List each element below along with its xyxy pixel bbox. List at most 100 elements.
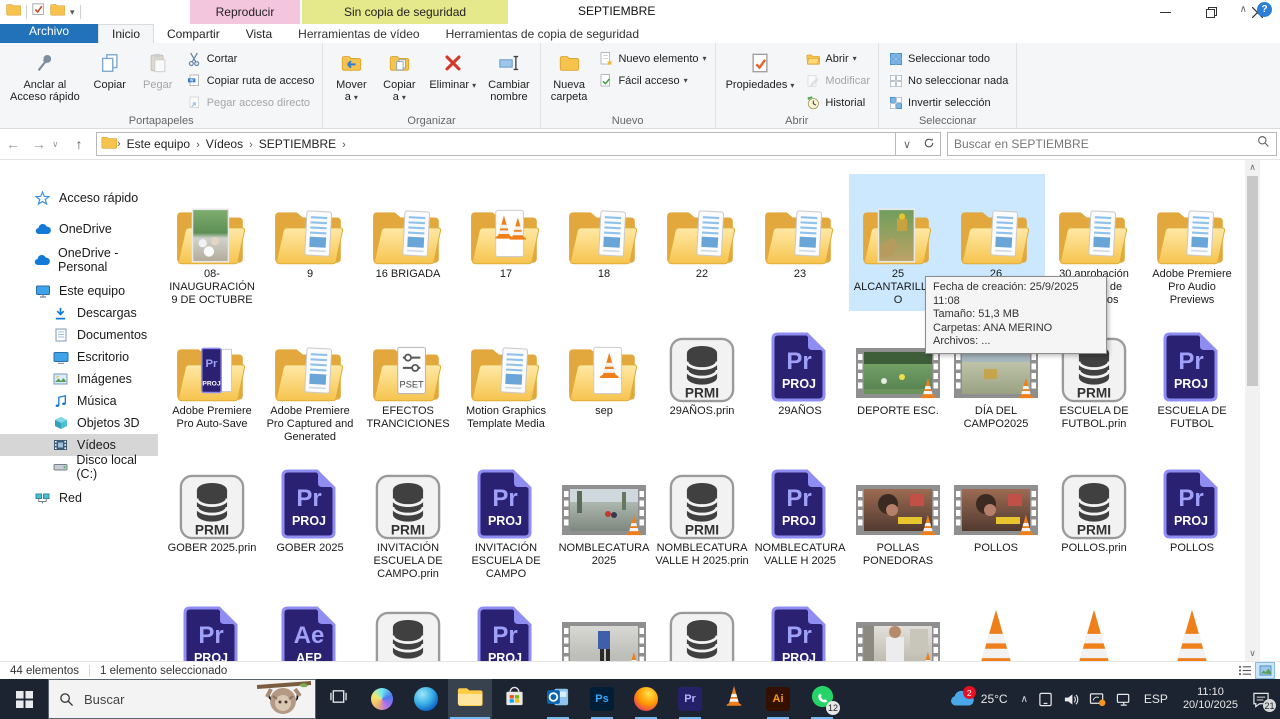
sidebar-item-red[interactable]: Red [0, 487, 158, 509]
breadcrumb-este-equipo[interactable]: Este equipo [121, 137, 196, 151]
collapse-ribbon-icon[interactable]: ∧ [1240, 4, 1247, 15]
taskbar-app-vlc[interactable] [712, 679, 756, 719]
recent-locations-icon[interactable]: ∨ [52, 139, 66, 150]
sidebar-item-acceso-rápido[interactable]: Acceso rápido [0, 187, 158, 209]
weather-widget[interactable]: 2 25°C [941, 679, 1016, 719]
tab-herramientas-de-vídeo[interactable]: Herramientas de vídeo [285, 24, 432, 43]
breadcrumb-vídeos[interactable]: Vídeos [200, 137, 249, 151]
sidebar-item-onedrive-personal[interactable]: OneDrive - Personal [0, 249, 158, 271]
ribbon-button-no-seleccionar-nada[interactable]: No seleccionar nada [883, 70, 1012, 91]
ribbon-button-copiar-ruta-de-acceso[interactable]: W Copiar ruta de acceso [182, 70, 319, 91]
file-item[interactable]: Pr PROJ [751, 585, 849, 661]
file-item[interactable] [1045, 585, 1143, 661]
file-item[interactable]: Pr PROJ NOMBLECATURA VALLE H 2025 [751, 448, 849, 585]
file-item[interactable] [947, 585, 1045, 661]
taskbar-app-premiere[interactable]: Pr [668, 679, 712, 719]
ribbon-button-nuevo-elemento[interactable]: Nuevo elemento▾ [593, 48, 710, 69]
file-item[interactable]: 17 [457, 174, 555, 311]
scrollbar-thumb[interactable] [1247, 176, 1258, 386]
sync-status-icon[interactable] [1084, 679, 1111, 719]
sidebar-item-objetos-3d[interactable]: Objetos 3D [0, 412, 158, 434]
file-item[interactable]: PRMI INVITACIÓN ESCUELA DE CAMPO.prin [359, 448, 457, 585]
video-tools-band[interactable]: Reproducir [190, 0, 300, 24]
file-item[interactable] [1143, 585, 1241, 661]
language-indicator[interactable]: ESP [1137, 679, 1175, 719]
ribbon-button-invertir-selección[interactable]: Invertir selección [883, 92, 1012, 113]
file-item[interactable]: PRMI POLLOS.prin [1045, 448, 1143, 585]
tab-herramientas-de-copia-de-seguridad[interactable]: Herramientas de copia de seguridad [433, 24, 652, 43]
ribbon-button-fácil-acceso[interactable]: Fácil acceso▾ [593, 70, 710, 91]
address-bar[interactable]: › Este equipo›Vídeos›SEPTIEMBRE› [96, 132, 896, 156]
backup-tools-band[interactable]: Sin copia de seguridad [302, 0, 508, 24]
ribbon-button-historial[interactable]: Historial [800, 92, 874, 113]
sidebar-item-imágenes[interactable]: Imágenes [0, 368, 158, 390]
forward-icon[interactable]: → [26, 136, 52, 152]
ribbon-button-cambiar-nombre[interactable]: Cambiarnombre [483, 46, 535, 106]
details-view-icon[interactable] [1236, 663, 1254, 678]
ribbon-button-modificar[interactable]: Modificar [800, 70, 874, 91]
tray-chevron-icon[interactable]: ∧ [1016, 679, 1033, 719]
file-item[interactable]: 22 [653, 174, 751, 311]
search-icon[interactable] [1257, 135, 1270, 153]
help-icon[interactable]: ? [1257, 2, 1272, 17]
taskbar-app-edge[interactable] [404, 679, 448, 719]
file-item[interactable]: POLLAS PONEDORAS [849, 448, 947, 585]
taskbar-app-outlook[interactable] [536, 679, 580, 719]
file-item[interactable]: Adobe Premiere Pro Captured and Generate… [261, 311, 359, 448]
volume-icon[interactable] [1058, 679, 1084, 719]
back-icon[interactable]: ← [0, 136, 26, 152]
file-item[interactable]: Pr PROJ INVITACIÓN ESCUELA DE CAMPO [457, 448, 555, 585]
restore-button[interactable] [1188, 0, 1234, 24]
file-item[interactable]: PRMI GOBER 2025.prin [163, 448, 261, 585]
search-highlight-sloth-image[interactable] [255, 681, 313, 719]
taskbar-app-whatsapp[interactable]: 12 [800, 679, 844, 719]
ribbon-button-anclar-al-acceso-rápido[interactable]: Anclar alAcceso rápido [5, 46, 85, 106]
ribbon-button-abrir[interactable]: Abrir▾ [800, 48, 874, 69]
file-item[interactable]: Pr PROJ [163, 585, 261, 661]
search-input[interactable] [954, 137, 1257, 151]
qat-customize-caret[interactable]: ▾ [70, 7, 75, 18]
ribbon-button-nueva-carpeta[interactable]: Nuevacarpeta [546, 46, 593, 106]
network-icon[interactable] [1111, 679, 1137, 719]
scroll-down-icon[interactable]: ∨ [1245, 648, 1260, 659]
clock[interactable]: 11:1020/10/2025 [1175, 679, 1246, 719]
taskbar-app-file-explorer[interactable] [448, 679, 492, 719]
tab-inicio[interactable]: Inicio [98, 24, 154, 43]
file-item[interactable]: POLLOS [947, 448, 1045, 585]
sidebar-item-escritorio[interactable]: Escritorio [0, 346, 158, 368]
ribbon-button-pegar[interactable]: Pegar [135, 46, 181, 94]
tab-archivo[interactable]: Archivo [0, 24, 98, 43]
sidebar-item-disco-local-c[interactable]: Disco local (C:) [0, 456, 158, 478]
file-item[interactable]: Pr PROJ GOBER 2025 [261, 448, 359, 585]
taskbar-app-illustrator[interactable]: Ai [756, 679, 800, 719]
ribbon-button-copiar[interactable]: Copiar [87, 46, 133, 94]
sidebar-item-música[interactable]: Música [0, 390, 158, 412]
file-item[interactable]: 08-INAUGURACIÓN 9 DE OCTUBRE [163, 174, 261, 311]
taskbar-app-store[interactable] [492, 679, 536, 719]
taskbar-app-firefox[interactable] [624, 679, 668, 719]
file-item[interactable]: Adobe Premiere Pro Audio Previews [1143, 174, 1241, 311]
ribbon-button-pegar-acceso-directo[interactable]: Pegar acceso directo [182, 92, 319, 113]
sidebar-item-descargas[interactable]: Descargas [0, 302, 158, 324]
file-item[interactable]: PRMI 29AÑOS.prin [653, 311, 751, 448]
file-item[interactable] [555, 585, 653, 661]
file-item[interactable]: 16 BRIGADA [359, 174, 457, 311]
start-button[interactable] [0, 679, 48, 719]
file-item[interactable]: Pr PROJ POLLOS [1143, 448, 1241, 585]
tablet-mode-icon[interactable] [1033, 679, 1058, 719]
file-item[interactable]: Motion Graphics Template Media [457, 311, 555, 448]
taskbar-app-task-view[interactable] [316, 679, 360, 719]
refresh-icon[interactable] [918, 137, 940, 152]
minimize-button[interactable] [1142, 0, 1188, 24]
new-folder-qat-icon[interactable] [50, 3, 65, 21]
ribbon-button-cortar[interactable]: Cortar [182, 48, 319, 69]
file-item[interactable]: Pr PROJ 29AÑOS [751, 311, 849, 448]
breadcrumb-septiembre[interactable]: SEPTIEMBRE [253, 137, 342, 151]
file-item[interactable]: PRMI [359, 585, 457, 661]
large-icons-view-icon[interactable] [1256, 663, 1274, 678]
search-box[interactable] [947, 132, 1277, 156]
file-item[interactable]: PSET EFECTOS TRANCICIONES [359, 311, 457, 448]
tab-compartir[interactable]: Compartir [154, 24, 233, 43]
taskbar-app-photoshop[interactable]: Ps [580, 679, 624, 719]
file-item[interactable]: Pr PROJ ESCUELA DE FUTBOL [1143, 311, 1241, 448]
